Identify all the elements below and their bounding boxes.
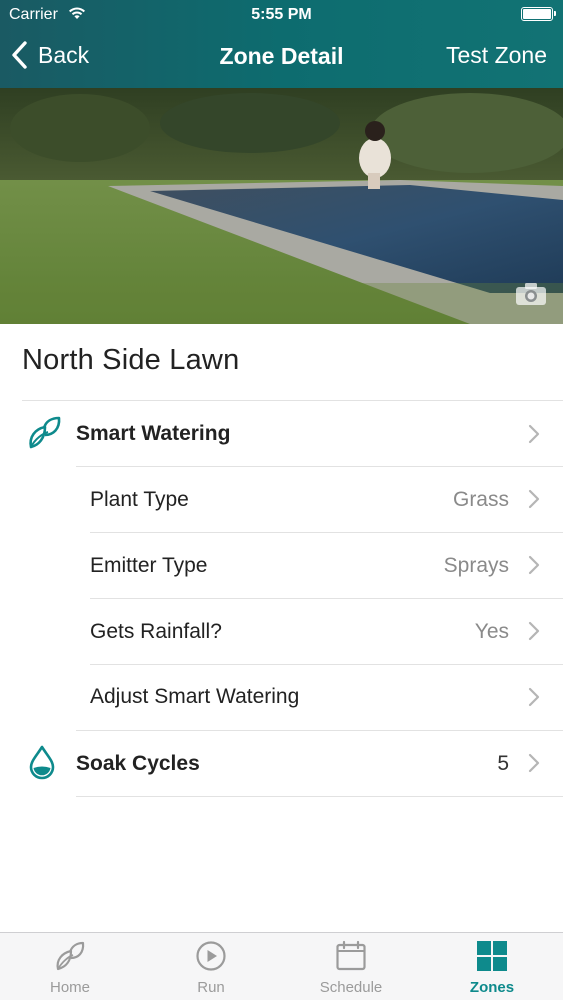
chevron-right-icon xyxy=(528,424,540,444)
tab-schedule-label: Schedule xyxy=(319,979,383,996)
grid-icon xyxy=(477,941,507,971)
emitter-type-row[interactable]: Emitter Type Sprays xyxy=(0,533,563,599)
status-time: 5:55 PM xyxy=(251,6,312,23)
tab-run[interactable]: Run xyxy=(141,933,281,1000)
tab-zones[interactable]: Zones xyxy=(422,933,562,1000)
back-button[interactable]: Back xyxy=(10,38,89,72)
tab-home[interactable]: Home xyxy=(0,933,140,1000)
soak-cycles-value: 5 xyxy=(497,752,509,775)
soak-cycles-row[interactable]: Soak Cycles 5 xyxy=(0,731,563,797)
battery-icon xyxy=(521,7,556,21)
plant-type-row[interactable]: Plant Type Grass xyxy=(0,467,563,533)
water-drop-icon xyxy=(29,745,55,780)
chevron-right-icon xyxy=(528,621,540,641)
tab-bar: Home Run Schedule Zones xyxy=(0,932,563,1000)
smart-watering-label: Smart Watering xyxy=(76,422,231,445)
tab-schedule[interactable]: Schedule xyxy=(281,933,421,1000)
soak-cycles-label: Soak Cycles xyxy=(76,752,200,775)
plant-type-value: Grass xyxy=(452,488,509,511)
adjust-smart-watering-row[interactable]: Adjust Smart Watering xyxy=(0,665,563,731)
pool-lawn-photo xyxy=(0,88,563,324)
plant-type-label: Plant Type xyxy=(90,488,189,511)
zone-name: North Side Lawn xyxy=(22,344,240,376)
tab-home-label: Home xyxy=(49,979,90,996)
adjust-smart-watering-label: Adjust Smart Watering xyxy=(90,685,300,708)
leaf-icon xyxy=(56,941,85,971)
divider xyxy=(76,796,563,797)
chevron-left-icon xyxy=(12,41,27,69)
zone-photo xyxy=(0,88,563,324)
calendar-icon xyxy=(336,940,366,971)
chevron-right-icon xyxy=(528,753,540,773)
gets-rainfall-row[interactable]: Gets Rainfall? Yes xyxy=(0,599,563,665)
header: Carrier 5:55 PM Back Zone Detail Test Zo… xyxy=(0,0,563,88)
tab-run-label: Run xyxy=(197,979,225,996)
gets-rainfall-label: Gets Rainfall? xyxy=(90,620,222,643)
chevron-right-icon xyxy=(528,489,540,509)
back-label: Back xyxy=(38,41,90,68)
gets-rainfall-value: Yes xyxy=(474,620,509,643)
camera-icon[interactable] xyxy=(515,282,547,306)
tab-zones-label: Zones xyxy=(469,979,515,996)
status-bar: Carrier 5:55 PM xyxy=(0,0,563,30)
emitter-type-label: Emitter Type xyxy=(90,554,208,577)
chevron-right-icon xyxy=(528,687,540,707)
test-zone-button[interactable]: Test Zone xyxy=(446,42,547,69)
chevron-right-icon xyxy=(528,555,540,575)
leaf-icon xyxy=(29,416,61,449)
smart-watering-row[interactable]: Smart Watering xyxy=(0,401,563,467)
play-icon xyxy=(196,941,226,971)
emitter-type-value: Sprays xyxy=(443,554,509,577)
